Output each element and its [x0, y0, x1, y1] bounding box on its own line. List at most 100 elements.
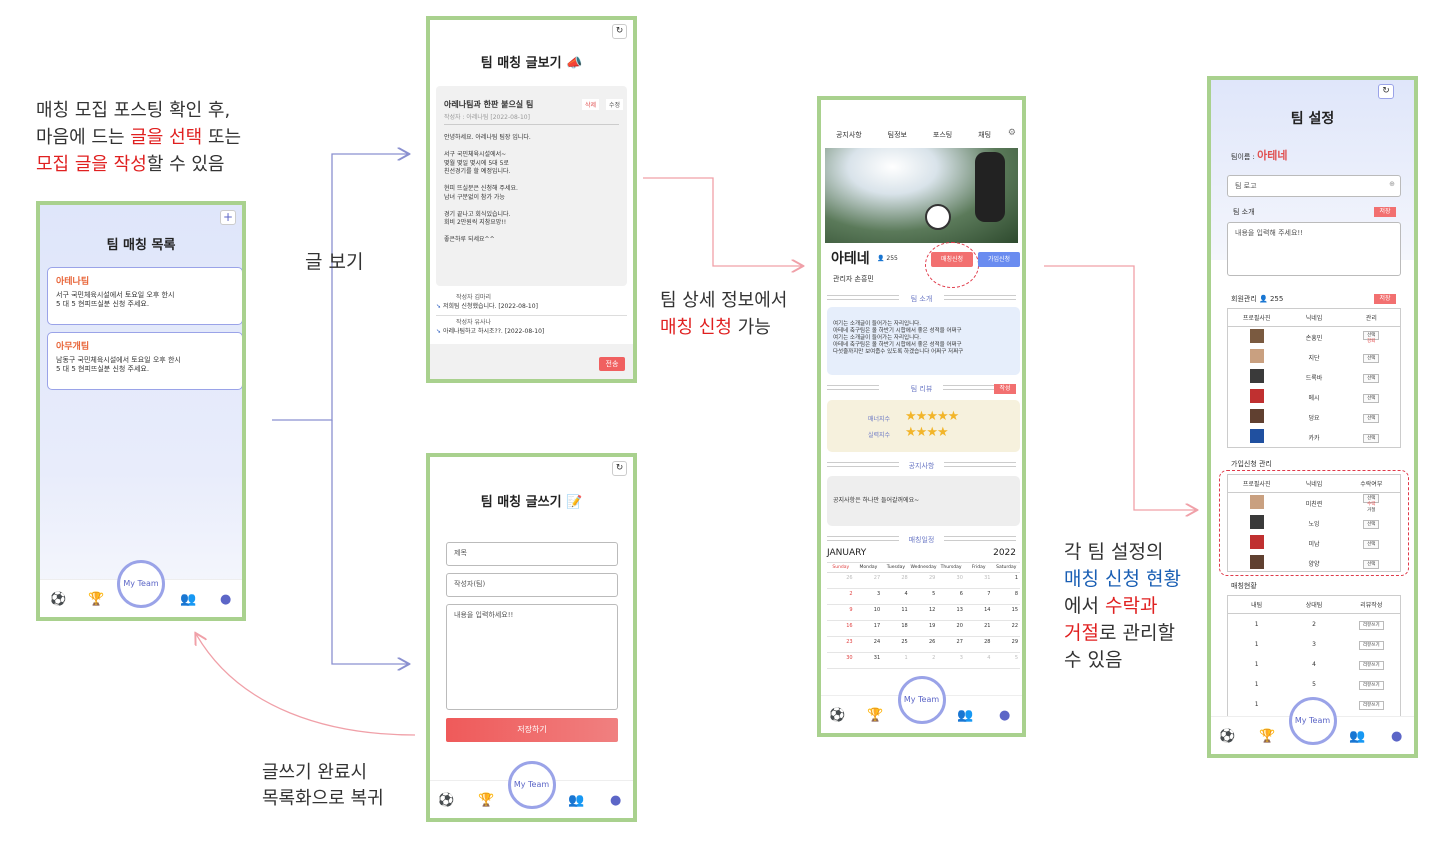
calendar-day[interactable]: 26	[827, 573, 855, 588]
calendar-day[interactable]: 21	[965, 621, 993, 636]
calendar-day[interactable]: 12	[910, 605, 938, 620]
team-logo-field[interactable]: 팀 로고 ⊕	[1227, 175, 1401, 197]
refresh-icon[interactable]: ↻	[612, 461, 627, 476]
community-icon[interactable]: 👥	[957, 708, 973, 723]
profile-icon[interactable]: ●	[220, 592, 231, 607]
community-icon[interactable]: 👥	[1349, 729, 1365, 744]
content-textarea[interactable]: 내용을 입력하세요!!	[446, 604, 618, 710]
calendar-day[interactable]: 6	[937, 589, 965, 604]
gear-icon[interactable]: ⚙	[1008, 128, 1016, 138]
my-team-button[interactable]: My Team	[507, 761, 556, 809]
calendar-day[interactable]: 13	[937, 605, 965, 620]
calendar-day[interactable]: 26	[910, 637, 938, 652]
calendar-day[interactable]: 5	[910, 589, 938, 604]
save-button[interactable]: 저장하기	[446, 718, 618, 742]
calendar-day[interactable]: 31	[855, 653, 883, 668]
community-icon[interactable]: 👥	[180, 592, 196, 607]
list-item[interactable]: 아테나팀 서구 국민체육시설에서 토요일 오후 한시 5 대 5 현피뜨실분 신…	[47, 267, 242, 325]
calendar-day[interactable]: 8	[992, 589, 1020, 604]
add-post-button[interactable]: +	[220, 210, 236, 225]
tab-notice[interactable]: 공지사항	[836, 130, 862, 140]
calendar-day[interactable]: 16	[827, 621, 855, 636]
stadium-icon[interactable]: ⚽	[829, 708, 845, 723]
join-button[interactable]: 가입신청	[978, 252, 1020, 267]
delete-button[interactable]: 삭제	[582, 99, 600, 110]
author-input[interactable]: 작성자(팀)	[446, 573, 618, 597]
ranking-icon[interactable]: 🏆	[1259, 729, 1275, 744]
list-item[interactable]: 아무개팀 남동구 국민체육시설에서 토요일 오후 한시 5 대 5 현피뜨실분 …	[47, 332, 242, 390]
review-button[interactable]: 리뷰쓰기	[1359, 700, 1384, 710]
calendar-day[interactable]: 30	[937, 573, 965, 588]
calendar-day[interactable]: 20	[937, 621, 965, 636]
review-button[interactable]: 리뷰쓰기	[1359, 680, 1384, 690]
calendar-day[interactable]: 11	[882, 605, 910, 620]
stadium-icon[interactable]: ⚽	[438, 793, 454, 808]
refresh-icon[interactable]: ↻	[1378, 84, 1394, 99]
community-icon[interactable]: 👥	[568, 793, 584, 808]
calendar-day[interactable]: 22	[992, 621, 1020, 636]
select-button[interactable]: 선택	[1363, 413, 1380, 423]
calendar-day[interactable]: 27	[855, 573, 883, 588]
calendar-day[interactable]: 19	[910, 621, 938, 636]
my-team-button[interactable]: My Team	[1288, 697, 1337, 745]
calendar-day[interactable]: 1	[992, 573, 1020, 588]
profile-icon[interactable]: ●	[610, 793, 621, 808]
calendar-day[interactable]: 4	[882, 589, 910, 604]
ranking-icon[interactable]: 🏆	[867, 708, 883, 723]
calendar-day[interactable]: 18	[882, 621, 910, 636]
tab-posting[interactable]: 포스팅	[933, 130, 952, 140]
send-button[interactable]: 전송	[599, 357, 625, 371]
edit-button[interactable]: 수정	[606, 99, 624, 110]
calendar-day[interactable]: 23	[827, 637, 855, 652]
select-button[interactable]: 선택	[1363, 393, 1380, 403]
add-icon[interactable]: ⊕	[1389, 180, 1395, 188]
calendar-day[interactable]: 2	[910, 653, 938, 668]
calendar-day[interactable]: 31	[965, 573, 993, 588]
profile-icon[interactable]: ●	[999, 708, 1010, 723]
calendar-day[interactable]: 3	[937, 653, 965, 668]
tab-team-info[interactable]: 팀정보	[888, 130, 907, 140]
calendar-day[interactable]: 25	[882, 637, 910, 652]
kick-option[interactable]: 강퇴	[1343, 338, 1400, 344]
my-team-button[interactable]: My Team	[117, 560, 165, 608]
calendar-day[interactable]: 14	[965, 605, 993, 620]
title-input[interactable]: 제목	[446, 542, 618, 566]
tab-chat[interactable]: 채팅	[978, 130, 991, 140]
review-button[interactable]: 리뷰쓰기	[1359, 640, 1384, 650]
intro-save-button[interactable]: 저장	[1374, 207, 1396, 217]
calendar-day[interactable]: 28	[882, 573, 910, 588]
members-save-button[interactable]: 저장	[1374, 294, 1396, 304]
calendar-day[interactable]: 1	[882, 653, 910, 668]
stadium-icon[interactable]: ⚽	[1219, 729, 1235, 744]
calendar-day[interactable]: 2	[827, 589, 855, 604]
select-button[interactable]: 선택	[1363, 353, 1380, 363]
calendar-day[interactable]: 28	[965, 637, 993, 652]
ranking-icon[interactable]: 🏆	[478, 793, 494, 808]
calendar-day[interactable]: 29	[910, 573, 938, 588]
person-icon: 👤	[1259, 295, 1268, 303]
select-button[interactable]: 선택	[1363, 433, 1380, 443]
profile-icon[interactable]: ●	[1391, 729, 1402, 744]
calendar-day[interactable]: 4	[965, 653, 993, 668]
refresh-icon[interactable]: ↻	[612, 24, 627, 39]
stadium-icon[interactable]: ⚽	[50, 592, 66, 607]
ranking-icon[interactable]: 🏆	[88, 592, 104, 607]
my-team-button[interactable]: My Team	[897, 676, 946, 724]
calendar-day[interactable]: 10	[855, 605, 883, 620]
calendar-day[interactable]: 5	[992, 653, 1020, 668]
calendar-day[interactable]: 27	[937, 637, 965, 652]
calendar-day[interactable]: 17	[855, 621, 883, 636]
review-button[interactable]: 리뷰쓰기	[1359, 660, 1384, 670]
review-write-button[interactable]: 작성	[994, 384, 1016, 394]
calendar-day[interactable]: 9	[827, 605, 855, 620]
review-button[interactable]: 리뷰쓰기	[1359, 620, 1384, 630]
calendar-day[interactable]: 15	[992, 605, 1020, 620]
calendar-day[interactable]: 7	[965, 589, 993, 604]
calendar-day[interactable]: 30	[827, 653, 855, 668]
select-button[interactable]: 선택	[1363, 373, 1380, 383]
intro-textarea[interactable]: 내용을 입력해 주세요!!	[1227, 222, 1401, 276]
calendar-day[interactable]: 24	[855, 637, 883, 652]
table-header: 프로필사진 닉네임 관리	[1228, 309, 1400, 327]
calendar-day[interactable]: 3	[855, 589, 883, 604]
calendar-day[interactable]: 29	[992, 637, 1020, 652]
